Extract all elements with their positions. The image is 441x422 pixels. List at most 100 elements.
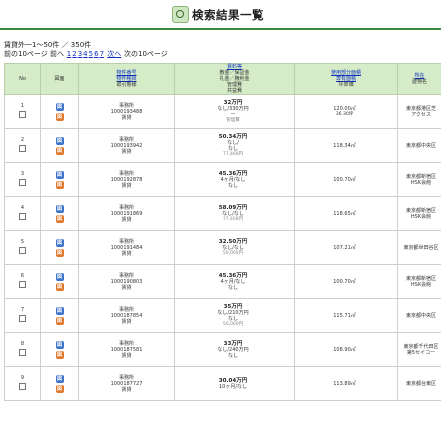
row-checkbox[interactable] <box>19 145 26 152</box>
row-checkbox[interactable] <box>19 315 26 322</box>
row-location-cell: 東京都新宿区 HSK会館 <box>397 196 441 231</box>
row-figure-cell: 図図 <box>40 366 79 401</box>
row-location-cell: 東京都新宿区 HSK会館 <box>397 162 441 197</box>
row-checkbox[interactable] <box>19 179 26 186</box>
row-address: 東京都新宿区 <box>405 207 436 214</box>
map-icon[interactable]: 図 <box>55 146 64 155</box>
floorplan-icon[interactable]: 図 <box>55 374 64 383</box>
map-icon[interactable]: 図 <box>55 180 64 189</box>
next-page-link[interactable]: 次へ <box>107 50 121 58</box>
row-rent-cell: 30.04万円 10ヶ月/なし <box>174 366 295 401</box>
row-building: HSK会館 <box>410 179 432 186</box>
row-location-cell: 東京都中央区 <box>397 128 441 163</box>
row-transaction-type: 賃貸 <box>121 216 132 223</box>
row-area-cell: 120.00㎡ 36.30坪 <box>294 94 398 129</box>
row-management-fee: 77,408円 <box>222 216 244 222</box>
table-row: 7 図図事務所 1000187854 賃貸 35万円 なし/210万円 なし 50,000円 1… <box>4 298 441 333</box>
row-property-cell: 事務所 1000190803 賃貸 <box>78 264 175 299</box>
map-icon[interactable]: 図 <box>55 214 64 223</box>
row-transaction-type: 賃貸 <box>121 148 132 155</box>
row-figure-cell: 図図 <box>40 196 79 231</box>
row-area-cell: 118.34㎡ <box>294 128 398 163</box>
row-figure-cell: 図図 <box>40 230 79 265</box>
row-area-cell: 118.65㎡ <box>294 196 398 231</box>
row-location-cell: 東京都千代田区 第5セイコー <box>397 332 441 367</box>
floorplan-icon[interactable]: 図 <box>55 102 64 111</box>
map-icon[interactable]: 図 <box>55 112 64 121</box>
row-transaction-type: 賃貸 <box>121 250 132 257</box>
header-rent: 賃料等 敷金／保証金 礼金／権利金 管理費 共益費 <box>174 63 295 95</box>
row-figure-cell: 図図 <box>40 298 79 333</box>
page-link-3[interactable]: 3 <box>78 50 82 58</box>
row-property-cell: 事務所 1000193942 賃貸 <box>78 128 175 163</box>
row-property-cell: 事務所 1000191484 賃貸 <box>78 230 175 265</box>
row-number: 4 <box>20 205 25 211</box>
row-number: 5 <box>20 239 25 245</box>
pager: 前の10ページ 前へ 1234567 次へ 次の10ページ <box>4 50 168 59</box>
row-area: 113.89㎡ <box>333 380 356 387</box>
map-icon[interactable]: 図 <box>55 282 64 291</box>
page-link-6[interactable]: 6 <box>94 50 98 58</box>
header-figure: 図面 <box>40 63 79 95</box>
table-row: 3 図図事務所 1000192878 賃貸 45.36万円 4ヶ月/なし なし 100.70㎡… <box>4 162 441 197</box>
row-address: 東京都世田谷区 <box>403 244 439 251</box>
floorplan-icon[interactable]: 図 <box>55 136 64 145</box>
table-row: 5 図図事務所 1000191484 賃貸 32.50万円 なし/なし 50,000円 107… <box>4 230 441 265</box>
row-address: 東京都中央区 <box>405 142 436 149</box>
row-management-fee: 管理費 <box>226 117 240 123</box>
row-property-cell: 事務所 1000192878 賃貸 <box>78 162 175 197</box>
page-title: 検索結果一覧 <box>192 7 264 22</box>
row-address: 東京都新宿区 <box>405 173 436 180</box>
page-link-4[interactable]: 4 <box>83 50 87 58</box>
floorplan-icon[interactable]: 図 <box>55 306 64 315</box>
row-area: 100.70㎡ <box>333 176 356 183</box>
row-area-cell: 108.90㎡ <box>294 332 398 367</box>
row-rent-cell: 32.50万円 なし/なし 50,000円 <box>174 230 295 265</box>
page-link-7[interactable]: 7 <box>100 50 104 58</box>
row-building: 第5セイコー <box>406 349 436 356</box>
floorplan-icon[interactable]: 図 <box>55 272 64 281</box>
row-building: HSK会館 <box>410 213 432 220</box>
floorplan-icon[interactable]: 図 <box>55 204 64 213</box>
row-checkbox[interactable] <box>19 111 26 118</box>
header-location: 所在 建物名 <box>397 63 441 95</box>
floorplan-icon[interactable]: 図 <box>55 238 64 247</box>
header-area: 使用部分面積 専有面積 坪単価 <box>294 63 398 95</box>
page-link-2[interactable]: 2 <box>72 50 76 58</box>
floorplan-icon[interactable]: 図 <box>55 170 64 179</box>
row-area-cell: 113.89㎡ <box>294 366 398 401</box>
row-checkbox[interactable] <box>19 247 26 254</box>
header-property: 物件番号 物件種目 取引態様 <box>78 63 175 95</box>
row-checkbox[interactable] <box>19 349 26 356</box>
row-transaction-type: 賃貸 <box>121 352 132 359</box>
row-checkbox[interactable] <box>19 213 26 220</box>
row-address: 東京都台東区 <box>405 380 436 387</box>
row-figure-cell: 図図 <box>40 128 79 163</box>
map-icon[interactable]: 図 <box>55 316 64 325</box>
row-transaction-type: 賃貸 <box>121 114 132 121</box>
row-checkbox[interactable] <box>19 383 26 390</box>
table-row: 8 図図事務所 1000187581 賃貸 33万円 なし/240万円 なし 108.90㎡東… <box>4 332 441 367</box>
row-area: 100.70㎡ <box>333 278 356 285</box>
row-location-cell: 東京都世田谷区 <box>397 230 441 265</box>
page-link-1[interactable]: 1 <box>67 50 71 58</box>
map-icon[interactable]: 図 <box>55 384 64 393</box>
floorplan-icon[interactable]: 図 <box>55 340 64 349</box>
row-no-cell: 8 <box>4 332 41 367</box>
page-link-5[interactable]: 5 <box>89 50 93 58</box>
row-property-cell: 事務所 1000193488 賃貸 <box>78 94 175 129</box>
row-no-cell: 9 <box>4 366 41 401</box>
row-number: 6 <box>20 273 25 279</box>
row-checkbox[interactable] <box>19 281 26 288</box>
row-no-cell: 3 <box>4 162 41 197</box>
row-area: 118.65㎡ <box>333 210 356 217</box>
row-area: 118.34㎡ <box>333 142 356 149</box>
row-area: 107.21㎡ <box>333 244 356 251</box>
table-row: 2 図図事務所 1000193942 賃貸 50.34万円 なし/なし 77,468円 118… <box>4 128 441 163</box>
row-area: 108.90㎡ <box>333 346 356 353</box>
row-area-cell: 100.70㎡ <box>294 264 398 299</box>
map-icon[interactable]: 図 <box>55 248 64 257</box>
map-icon[interactable]: 図 <box>55 350 64 359</box>
row-management-fee: 77,468円 <box>222 151 244 157</box>
row-management-fee: 50,000円 <box>222 321 244 327</box>
